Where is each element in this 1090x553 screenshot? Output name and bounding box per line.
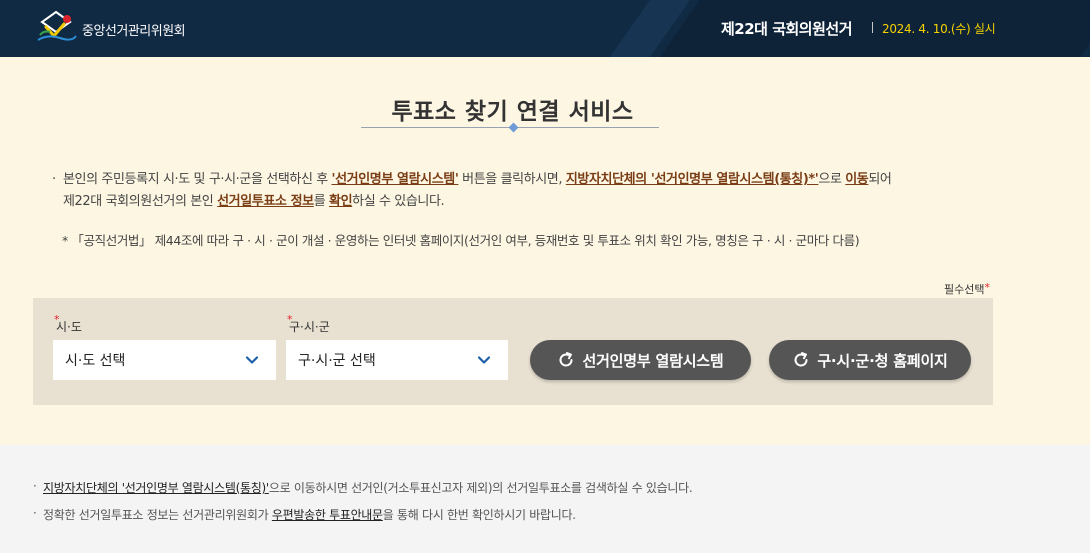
refresh-icon [794, 352, 808, 367]
legal-note: * 「공직선거법」 제44조에 따라 구 · 시 · 군이 개설 · 운영하는 … [62, 233, 860, 248]
footer-text: 정확한 선거일투표소 정보는 선거관리위원회가 [43, 508, 272, 522]
highlight-confirm: 확인 [329, 194, 353, 209]
bullet: · [52, 172, 56, 187]
registry-system-button-label: 선거인명부 열람시스템 [582, 351, 724, 370]
nec-logo-link[interactable]: 중앙선거관리위원회 [34, 10, 186, 48]
required-star: * [287, 313, 293, 326]
nec-logo-icon [34, 10, 78, 48]
sido-label: * 시·도 [54, 313, 82, 335]
registry-system-button[interactable]: 선거인명부 열람시스템 [530, 340, 751, 380]
highlight-registry-system: '선거인명부 열람시스템' [331, 172, 459, 187]
footer-notice-1: · 지방자치단체의 '선거인명부 열람시스템(통칭)'으로 이동하시면 선거인(… [33, 479, 693, 496]
gusigun-label-text: 구·시·군 [289, 320, 330, 334]
desc-text: 으로 [818, 172, 846, 187]
footer-notice: · 지방자치단체의 '선거인명부 열람시스템(통칭)'으로 이동하시면 선거인(… [0, 445, 1090, 553]
footer-notice-2: · 정확한 선거일투표소 정보는 선거관리위원회가 우편발송한 투표안내문을 통… [33, 506, 576, 523]
gusigun-label: * 구·시·군 [287, 313, 330, 335]
page-title: 투표소 찾기 연결 서비스 [391, 99, 634, 125]
gusigun-select-value: 구·시·군 선택 [298, 353, 376, 369]
desc-text: 버튼을 클릭하시면, [458, 172, 566, 187]
required-label: 필수선택 [944, 283, 985, 296]
sido-select[interactable]: 시·도 선택 [53, 340, 276, 380]
local-homepage-button-label: 구·시·군·청 홈페이지 [817, 351, 948, 370]
bullet: · [33, 506, 37, 520]
highlight-move: 이동 [845, 172, 869, 187]
local-homepage-button[interactable]: 구·시·군·청 홈페이지 [769, 340, 971, 380]
org-name: 중앙선거관리위원회 [82, 23, 186, 39]
refresh-icon [559, 352, 573, 367]
gusigun-select[interactable]: 구·시·군 선택 [286, 340, 508, 380]
required-star: * [54, 313, 60, 326]
bullet: · [33, 479, 37, 493]
desc-text: 제22대 국회의원선거의 본인 [63, 194, 218, 209]
sido-select-value: 시·도 선택 [65, 353, 126, 369]
top-header: 중앙선거관리위원회 제22대 국회의원선거 2024. 4. 10.(수) 실시 [0, 0, 1090, 57]
footer-text: 으로 이동하시면 선거인(거소투표신고자 제외)의 선거일투표소를 검색하실 수… [268, 481, 693, 495]
footer-mail-guide-text: 우편발송한 투표안내문 [271, 508, 383, 522]
required-star: * [984, 281, 990, 294]
desc-text: 를 [313, 194, 330, 209]
highlight-local-gov-system: 지방자치단체의 '선거인명부 열람시스템(통칭)*' [565, 172, 819, 187]
selection-panel: * 시·도 시·도 선택 * 구·시·군 구·시·군 선택 선거인명부 열람시스… [33, 298, 993, 405]
service-description: · 본인의 주민등록지 시·도 및 구·시·군을 선택하신 후 '선거인명부 열… [52, 169, 1032, 213]
header-divider [872, 22, 873, 33]
footer-local-gov-link-text: 지방자치단체의 '선거인명부 열람시스템(통칭)' [43, 481, 269, 495]
desc-text: 본인의 주민등록지 시·도 및 구·시·군을 선택하신 후 [63, 172, 332, 187]
main-content: 투표소 찾기 연결 서비스 · 본인의 주민등록지 시·도 및 구·시·군을 선… [0, 57, 1090, 445]
desc-text: 되어 [868, 172, 892, 187]
required-legend: 필수선택* [944, 281, 990, 297]
highlight-polling-info: 선거일투표소 정보 [217, 194, 314, 209]
election-date: 2024. 4. 10.(수) 실시 [882, 22, 996, 36]
desc-text: 하실 수 있습니다. [352, 194, 445, 209]
chevron-down-icon [245, 356, 259, 364]
chevron-down-icon [477, 356, 491, 364]
election-title: 제22대 국회의원선거 [721, 20, 853, 38]
footer-text: 을 통해 다시 한번 확인하시기 바랍니다. [382, 508, 576, 522]
